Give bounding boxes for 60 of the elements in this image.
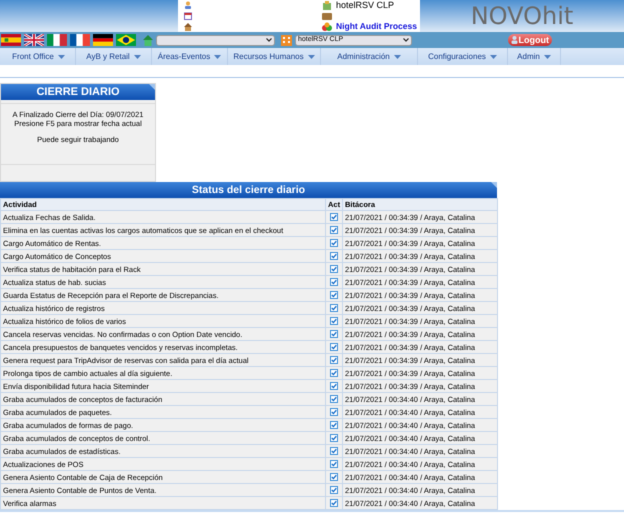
checkbox[interactable] <box>330 252 338 260</box>
checkbox[interactable] <box>330 265 338 273</box>
briefcase-icon <box>322 12 332 20</box>
dropdown-arrow-icon <box>394 54 401 58</box>
calendar-icon[interactable] <box>184 12 192 20</box>
user-icon[interactable] <box>184 1 192 9</box>
dropdown-arrow-icon <box>214 54 222 58</box>
dropdown-arrow-icon <box>134 54 141 58</box>
hotel-icon <box>322 1 332 10</box>
checkbox[interactable] <box>330 343 338 351</box>
checkbox[interactable] <box>330 460 338 468</box>
checkbox[interactable] <box>330 421 338 429</box>
checkbox[interactable] <box>330 434 338 442</box>
checkbox[interactable] <box>330 447 338 455</box>
checkbox[interactable] <box>330 330 338 338</box>
building-icon[interactable] <box>281 34 292 46</box>
checkbox[interactable] <box>330 382 338 390</box>
checkbox[interactable] <box>330 317 338 325</box>
menu-item[interactable]: Configuraciones <box>418 48 508 65</box>
menu-item[interactable]: AyB y Retail <box>76 48 152 65</box>
menu-item[interactable]: Recursos Humanos <box>228 48 321 65</box>
select-field[interactable] <box>156 34 275 46</box>
checkbox[interactable] <box>330 213 338 221</box>
checkbox[interactable] <box>330 239 338 247</box>
flag-icon[interactable] <box>24 34 44 46</box>
hotel-name: hotelRSV CLP <box>336 1 394 10</box>
logo: NOVOhit <box>470 2 574 30</box>
dropdown-arrow-icon <box>490 54 497 58</box>
menu-item[interactable]: Front Office <box>2 48 76 65</box>
table-header-bar: Status del cierre diario <box>0 182 497 198</box>
panel-header: CIERRE DIARIO <box>1 84 155 100</box>
drops-icon <box>322 22 332 31</box>
corner-fold-icon <box>491 182 497 188</box>
flag-icon[interactable] <box>93 34 113 46</box>
checkbox[interactable] <box>330 499 338 507</box>
user-icon <box>510 36 518 44</box>
checkbox[interactable] <box>330 408 338 416</box>
dropdown-arrow-icon <box>58 54 65 58</box>
flag-icon[interactable] <box>70 34 90 46</box>
checkbox[interactable] <box>330 486 338 494</box>
corner-fold-icon <box>149 84 155 90</box>
menu-item[interactable]: Administración <box>321 48 418 65</box>
checkbox[interactable] <box>330 369 338 377</box>
checkbox[interactable] <box>330 278 338 286</box>
menu-item[interactable]: Áreas-Eventos <box>152 48 228 65</box>
checkbox[interactable] <box>330 291 338 299</box>
flag-icon[interactable] <box>116 34 136 46</box>
dropdown-arrow-icon <box>544 54 551 58</box>
chevron-down-icon <box>266 38 272 42</box>
checkbox[interactable] <box>330 356 338 364</box>
menu-item[interactable]: Admin <box>508 48 561 65</box>
checkbox[interactable] <box>330 304 338 312</box>
chevron-down-icon <box>403 38 409 42</box>
process-title: Night Audit Process <box>336 22 417 31</box>
house-icon[interactable] <box>184 23 192 31</box>
logout-button[interactable]: Logout <box>508 34 552 46</box>
checkbox[interactable] <box>330 395 338 403</box>
checkbox[interactable] <box>330 473 338 481</box>
dropdown-arrow-icon <box>308 54 315 58</box>
checkbox[interactable] <box>330 226 338 234</box>
